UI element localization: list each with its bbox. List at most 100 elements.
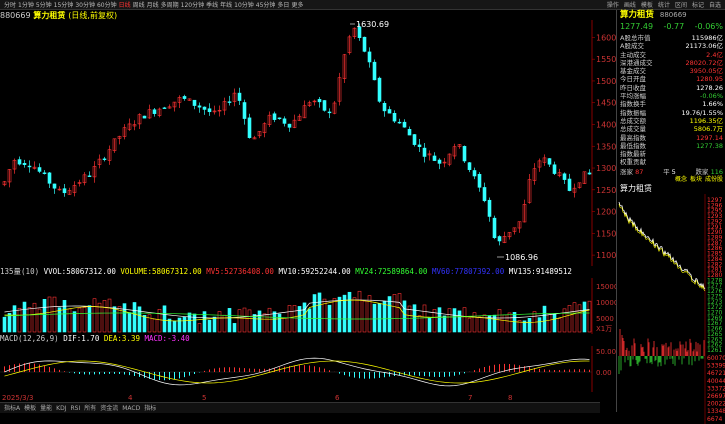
candle-body	[182, 96, 187, 99]
date-start: 2025/3/3	[2, 394, 33, 402]
volume-bar	[462, 307, 467, 333]
candlestick-chart[interactable]: 1600 1550 1500 1450 1400 1350 1300 1250 1200 1150…	[0, 20, 616, 266]
quote-stat-row: 权重贡献	[617, 158, 725, 166]
candle-body	[247, 117, 252, 138]
mini-price-axis: 1297129612951293129212911290128912871286…	[707, 197, 722, 354]
period-tab[interactable]: 周线	[133, 1, 145, 10]
quote-stat-label: 深港通成交	[620, 58, 653, 67]
volume-indicator-header: 135量(10) VVOL:58067312.00 VOLUME:5806731…	[0, 266, 600, 278]
quote-stat-label: 最高指数	[620, 133, 646, 142]
candle-body	[152, 109, 157, 114]
period-tab[interactable]: 季线	[206, 1, 218, 10]
indicator-tab[interactable]: MACD	[122, 405, 140, 412]
volume-bar	[157, 308, 162, 333]
quote-stat-label: A股成交	[620, 42, 644, 51]
volume-bar	[162, 305, 167, 333]
period-tab[interactable]: 10分钟	[234, 1, 254, 10]
toolbar-button[interactable]: 画线	[624, 1, 636, 10]
volume-bar	[577, 304, 582, 333]
mini-volume-axis-label: 26697	[707, 393, 725, 400]
quote-stats: A股总市值 115986亿 A股成交 21173.06亿 主动成交 2.4亿 深港通成交 28…	[617, 34, 725, 167]
period-tab[interactable]: 多日	[277, 1, 289, 10]
mini-intraday-chart[interactable]: 1297129612951293129212911290128912871286…	[617, 194, 725, 424]
period-tab[interactable]: 年线	[220, 1, 232, 10]
indicator-tab[interactable]: 模板	[24, 405, 36, 412]
vol-axis-5000: 5000	[596, 315, 614, 323]
macd-indicator-name[interactable]: MACD(12,26,9)	[0, 334, 59, 343]
candle-body	[547, 158, 552, 165]
volume-bar	[197, 323, 202, 333]
period-tab[interactable]: 60分钟	[97, 1, 117, 10]
quote-stat-label: 权重贡献	[620, 158, 646, 167]
toolbar-button[interactable]: 统计	[658, 1, 670, 10]
volume-bar	[207, 319, 212, 333]
volume-bar	[192, 313, 197, 333]
volume-bar	[332, 298, 337, 333]
toolbar-button[interactable]: 区间	[675, 1, 687, 10]
candle-body	[492, 217, 497, 239]
toolbar-button[interactable]: 标记	[692, 1, 704, 10]
macd-chart[interactable]: 50.00 0.00	[0, 346, 616, 392]
volume-bar	[527, 317, 532, 333]
period-tab[interactable]: 45分钟	[256, 1, 276, 10]
period-tab[interactable]: 30分钟	[75, 1, 95, 10]
quote-subtab[interactable]: 成份股	[705, 176, 723, 184]
volume-chart[interactable]: 15000 10000 5000 X1万	[0, 278, 616, 334]
quote-subtab[interactable]: 概念	[675, 176, 687, 184]
volume-bar	[477, 316, 482, 333]
volume-value: 58067312.00	[152, 267, 202, 276]
period-tab[interactable]: 更多	[291, 1, 303, 10]
period-tab[interactable]: 多周期	[161, 1, 179, 10]
indicator-tab[interactable]: 资金流	[100, 405, 118, 412]
volume-bar	[357, 290, 362, 333]
candle-body	[382, 102, 387, 112]
volume-bar	[507, 312, 512, 333]
indicator-tab[interactable]: KDJ	[56, 405, 66, 412]
candle-body	[22, 163, 27, 165]
eq-label: 平	[663, 167, 670, 176]
volume-bar	[347, 291, 352, 333]
quote-stat-value: 1297.14	[696, 133, 723, 142]
quote-stat-row: 最高指数 1297.14	[617, 134, 725, 142]
volume-bar	[127, 312, 132, 333]
indicator-tab[interactable]: 指标A	[4, 405, 20, 412]
period-tab[interactable]: 15分钟	[54, 1, 74, 10]
candle-body	[587, 172, 592, 175]
period-tab[interactable]: 分时	[4, 1, 16, 10]
high-price-label: 1630.69	[356, 20, 389, 29]
quote-subtab[interactable]: 板块	[690, 176, 702, 184]
quote-stat-row: 总成交量 5806.7万	[617, 125, 725, 133]
mini-chart-title: 算力租赁	[620, 184, 652, 194]
volume-bar	[252, 314, 257, 333]
period-tab[interactable]: 月线	[147, 1, 159, 10]
mini-volume-axis-label: 33372	[707, 385, 725, 392]
volume-bar	[537, 317, 542, 333]
indicator-tab[interactable]: 量能	[40, 405, 52, 412]
period-tab[interactable]: 1分钟	[18, 1, 34, 10]
candle-body	[407, 129, 412, 136]
dif-value: 1.70	[81, 334, 100, 343]
volume-bar	[287, 305, 292, 333]
volume-bar	[22, 301, 27, 333]
toolbar-button[interactable]: 模板	[641, 1, 653, 10]
period-tab[interactable]: 120分钟	[181, 1, 204, 10]
month-tick-label: 6	[335, 394, 340, 402]
period-tab[interactable]: 5分钟	[36, 1, 52, 10]
volume-bar	[17, 307, 22, 333]
volume-bar	[397, 293, 402, 333]
period-tab[interactable]: 日线	[119, 1, 131, 10]
quote-price-row: 1277.49 -0.77 -0.06%	[617, 21, 725, 32]
toolbar-button[interactable]: 自选	[709, 1, 721, 10]
indicator-tab[interactable]: 所有	[84, 405, 96, 412]
candle-body	[562, 173, 567, 180]
volume-indicator-name[interactable]: 135量(10)	[0, 267, 39, 276]
down-label: 跌家	[695, 167, 709, 176]
candle-body	[237, 92, 242, 101]
quote-subtabs: 概念 板块 成份股	[617, 176, 725, 184]
volume-bar	[67, 308, 72, 333]
candle-body	[42, 172, 47, 174]
indicator-tab[interactable]: RSI	[70, 405, 80, 412]
mini-volume-axis-label: 46721	[707, 370, 725, 377]
indicator-tab[interactable]: 指标	[144, 405, 156, 412]
toolbar-button[interactable]: 操作	[607, 1, 619, 10]
